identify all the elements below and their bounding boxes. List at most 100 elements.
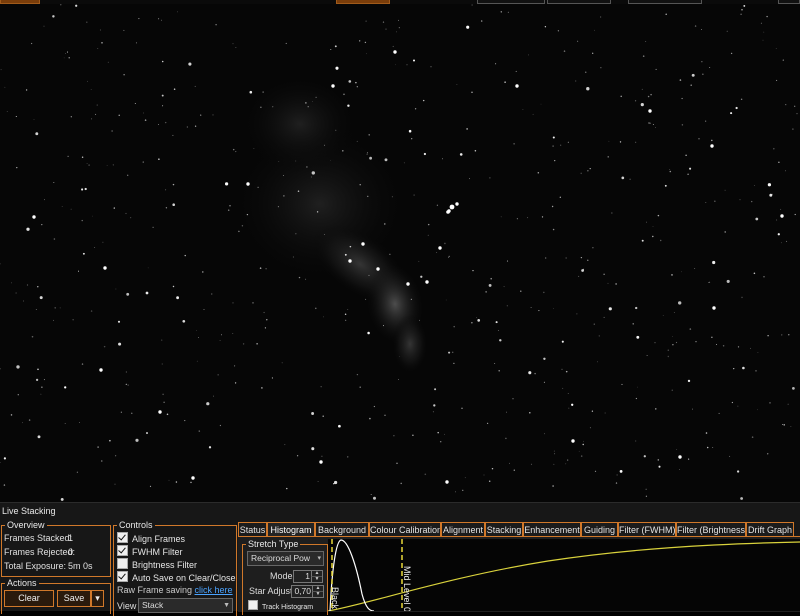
star — [215, 24, 216, 25]
star — [646, 496, 647, 497]
star — [357, 86, 358, 87]
fwhm-filter-checkbox[interactable]: FWHM Filter — [117, 545, 183, 558]
star — [158, 158, 160, 160]
auto-save-checkbox[interactable]: Auto Save on Clear/Close — [117, 571, 236, 584]
star — [392, 196, 393, 197]
star — [347, 104, 349, 106]
star — [560, 145, 561, 146]
star — [278, 161, 279, 162]
star — [109, 440, 111, 442]
track-histogram-checkbox[interactable]: Track Histogram — [248, 600, 313, 613]
star — [64, 386, 66, 388]
star — [67, 52, 68, 53]
star — [282, 362, 283, 363]
star — [220, 425, 221, 426]
histogram-plot[interactable]: Black L Mid Level 0 — [328, 539, 800, 611]
star — [545, 26, 546, 27]
star — [609, 307, 612, 310]
star — [505, 438, 507, 440]
star — [485, 291, 486, 292]
star — [200, 114, 201, 115]
save-dropdown-button[interactable]: ▾ — [91, 590, 104, 607]
star — [580, 173, 581, 174]
star — [143, 113, 144, 114]
star — [755, 218, 758, 221]
star — [413, 60, 415, 62]
stack-image-view[interactable] — [0, 4, 800, 502]
star — [668, 356, 669, 357]
star — [761, 23, 762, 24]
star — [158, 18, 159, 19]
star — [730, 112, 732, 114]
star — [587, 170, 588, 171]
brightness-filter-checkbox[interactable]: Brightness Filter — [117, 558, 197, 571]
star-adjust-stepper[interactable]: 0,70 ▲▼ — [291, 585, 324, 598]
align-frames-checkbox[interactable]: Align Frames — [117, 532, 185, 545]
star — [794, 106, 795, 107]
star — [650, 94, 652, 96]
star — [361, 242, 364, 245]
star — [286, 488, 287, 489]
star-adjust-label: Star Adjust — [249, 586, 293, 596]
star — [449, 256, 450, 257]
mode-stepper[interactable]: 1 ▲▼ — [293, 570, 323, 583]
star — [118, 321, 120, 323]
star — [195, 126, 196, 127]
star — [298, 190, 300, 192]
star — [67, 156, 68, 157]
view-select[interactable]: Stack▼ — [138, 598, 233, 613]
star — [406, 282, 409, 285]
star — [195, 86, 196, 87]
star — [554, 464, 555, 465]
star — [769, 194, 772, 197]
star — [305, 102, 306, 103]
star — [324, 234, 325, 235]
star — [469, 178, 470, 179]
star — [552, 206, 553, 207]
star — [481, 20, 483, 22]
star — [306, 166, 307, 167]
star — [104, 346, 106, 348]
star — [37, 369, 39, 371]
star — [538, 172, 540, 174]
star — [213, 396, 214, 397]
save-button[interactable]: Save — [57, 590, 91, 607]
star — [676, 449, 677, 450]
checkbox-icon — [117, 571, 128, 582]
star — [263, 92, 264, 93]
star — [238, 231, 240, 233]
star — [203, 309, 204, 310]
star — [682, 124, 683, 125]
star — [553, 229, 555, 231]
star — [158, 124, 159, 125]
star — [780, 209, 781, 210]
star — [433, 404, 435, 406]
star — [398, 20, 399, 21]
star — [705, 202, 706, 203]
stepper-down-icon[interactable]: ▼ — [312, 592, 323, 597]
star — [246, 182, 249, 185]
star — [566, 371, 568, 373]
raw-frame-saving-link[interactable]: click here — [195, 585, 233, 595]
star — [484, 475, 485, 476]
stretch-type-select[interactable]: Reciprocal Pow▾ — [247, 551, 324, 566]
star — [36, 309, 37, 310]
stepper-down-icon[interactable]: ▼ — [311, 577, 322, 582]
clear-button[interactable]: Clear — [4, 590, 54, 607]
star — [582, 444, 583, 445]
star — [792, 387, 795, 390]
star — [345, 254, 347, 256]
star — [399, 27, 400, 28]
star — [60, 4, 61, 5]
star — [283, 175, 284, 176]
star — [0, 368, 1, 369]
star — [44, 379, 45, 380]
star — [755, 370, 756, 371]
star — [517, 218, 518, 219]
star — [705, 121, 706, 122]
star — [92, 216, 93, 217]
star — [357, 374, 358, 375]
star — [338, 425, 341, 428]
star — [689, 168, 691, 170]
star — [552, 485, 554, 487]
